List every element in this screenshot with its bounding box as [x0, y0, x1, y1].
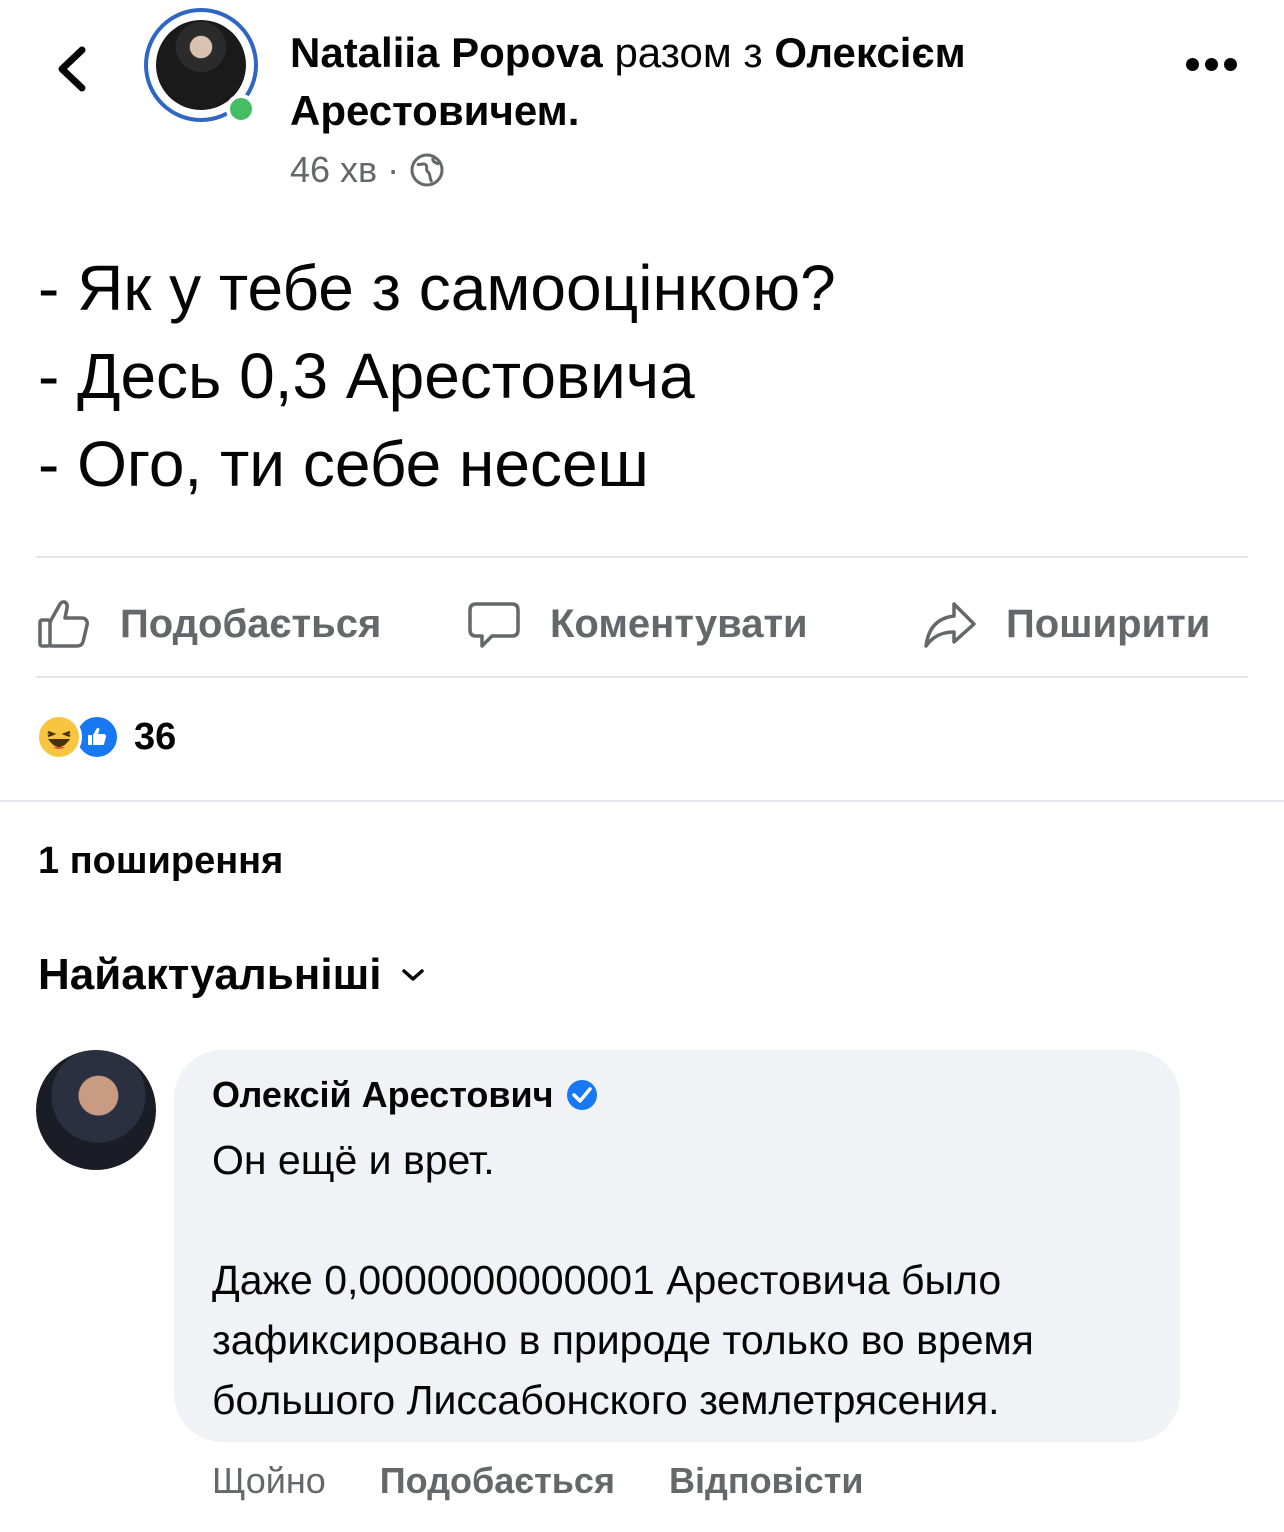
- chevron-down-icon: [401, 969, 424, 981]
- more-options-button[interactable]: [1186, 58, 1240, 78]
- verified-badge-icon: [566, 1080, 597, 1110]
- comment-text: Он ещё и врет. Даже 0,0000000000001 Арес…: [212, 1137, 1034, 1423]
- divider: [36, 556, 1248, 558]
- chevron-left-icon: [58, 46, 86, 92]
- post-meta: 46 хв ·: [290, 146, 445, 194]
- post-time[interactable]: 46 хв: [290, 146, 377, 194]
- comment-like-button[interactable]: Подобається: [380, 1456, 615, 1506]
- haha-reaction-icon: [36, 714, 82, 760]
- comment-time[interactable]: Щойно: [212, 1456, 326, 1506]
- divider: [36, 676, 1248, 678]
- share-arrow-icon: [924, 602, 976, 648]
- reactions-summary[interactable]: 36: [36, 714, 176, 760]
- dot-icon: [1186, 58, 1199, 71]
- comment-author-row: Олексій Арестович: [212, 1074, 600, 1116]
- post-text: - Як у тебе з самооцінкою? - Десь 0,3 Ар…: [38, 252, 836, 500]
- comment-author-name[interactable]: Олексій Арестович: [212, 1074, 554, 1116]
- comment-reply-button[interactable]: Відповісти: [669, 1456, 864, 1506]
- share-button[interactable]: Поширити: [922, 584, 1210, 664]
- comment-bubble-icon: [468, 602, 520, 648]
- dot-icon: [1205, 58, 1218, 71]
- like-label: Подобається: [120, 601, 382, 646]
- sort-label: Найактуальніші: [38, 950, 382, 999]
- shares-count[interactable]: 1 поширення: [38, 840, 283, 883]
- post-header-title: Nataliia Popova разом з Олексієм Арестов…: [290, 24, 1150, 140]
- like-button[interactable]: Подобається: [36, 584, 381, 664]
- section-divider: [0, 800, 1284, 802]
- meta-separator: ·: [387, 149, 400, 190]
- online-status-indicator: [226, 94, 256, 124]
- commenter-avatar[interactable]: [36, 1050, 156, 1170]
- with-text: разом з: [614, 29, 763, 76]
- globe-icon: [410, 153, 444, 187]
- dot-icon: [1224, 58, 1237, 71]
- share-label: Поширити: [1006, 601, 1211, 646]
- post-action-bar: Подобається Коментувати Поширити: [36, 584, 1248, 664]
- comment-button[interactable]: Коментувати: [466, 584, 808, 664]
- comment-sort-dropdown[interactable]: Найактуальніші: [38, 950, 426, 1000]
- reaction-count: 36: [134, 715, 177, 758]
- back-button[interactable]: [52, 42, 96, 96]
- comment-label: Коментувати: [550, 601, 808, 646]
- thumbs-up-icon: [38, 600, 89, 648]
- author-name[interactable]: Nataliia Popova: [290, 29, 603, 76]
- comment-actions: Щойно Подобається Відповісти: [212, 1456, 863, 1506]
